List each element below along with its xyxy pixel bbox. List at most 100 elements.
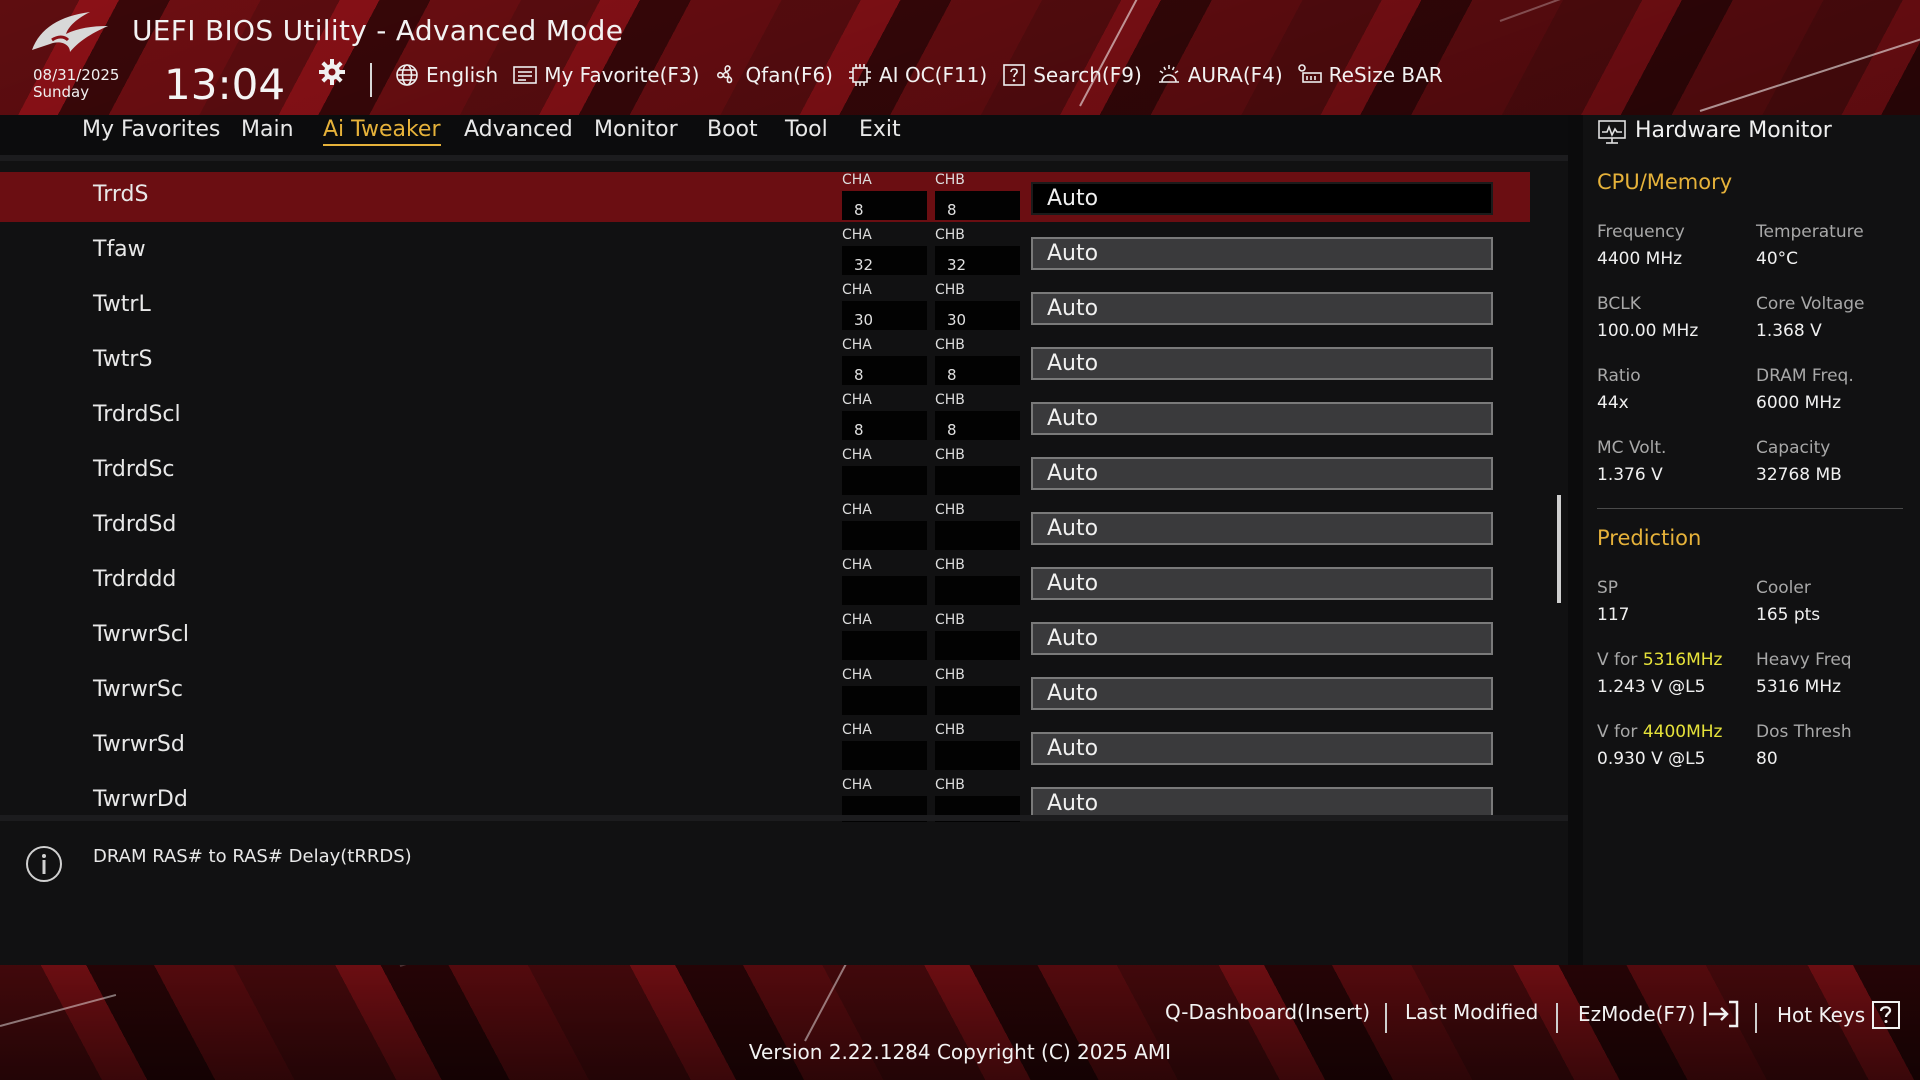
tab-divider	[0, 155, 1568, 161]
favorite-list-icon	[513, 66, 538, 84]
language-button[interactable]: English	[394, 62, 498, 88]
hw-dos-thresh: Dos Thresh 80	[1756, 721, 1911, 770]
tab-advanced[interactable]: Advanced	[464, 117, 573, 144]
resize-bar-button[interactable]: ReSize BAR	[1297, 62, 1443, 88]
tab-ai-tweaker[interactable]: Ai Tweaker	[323, 117, 441, 146]
channel-label: CHB	[935, 447, 965, 463]
setting-value-field[interactable]: Auto	[1031, 182, 1493, 215]
setting-value-field[interactable]: Auto	[1031, 567, 1493, 600]
tab-monitor[interactable]: Monitor	[594, 117, 678, 144]
setting-row[interactable]: Trdrddd CHA CHB Auto	[0, 557, 1530, 607]
hw-value: 5316 MHz	[1756, 677, 1842, 697]
help-text: DRAM RAS# to RAS# Delay(tRRDS)	[93, 846, 412, 867]
hw-value: 44x	[1597, 393, 1629, 413]
channel-value	[935, 466, 1020, 495]
monitor-icon	[1598, 120, 1626, 144]
hot-keys-button[interactable]: Hot Keys	[1777, 1000, 1901, 1030]
channel-label: CHA	[842, 282, 872, 298]
qfan-button[interactable]: Qfan(F6)	[713, 62, 833, 88]
setting-row[interactable]: TwrwrSc CHA CHB Auto	[0, 667, 1530, 717]
hw-heavy-freq: Heavy Freq 5316 MHz	[1756, 649, 1911, 698]
channel-value: 8	[842, 411, 927, 440]
setting-value-field[interactable]: Auto	[1031, 512, 1493, 545]
setting-row[interactable]: TrdrdScl CHA 8 CHB 8 Auto	[0, 392, 1530, 442]
setting-value-field[interactable]: Auto	[1031, 237, 1493, 270]
cpu-memory-heading: CPU/Memory	[1597, 170, 1733, 194]
channel-chb: CHB	[935, 557, 1020, 605]
decorative-streak	[1079, 0, 1185, 107]
settings-panel: My Favorites Main Ai Tweaker Advanced Mo…	[0, 115, 1568, 965]
setting-label: TwrwrSd	[93, 732, 185, 757]
setting-row[interactable]: TwrwrSd CHA CHB Auto	[0, 722, 1530, 772]
search-label: Search(F9)	[1033, 63, 1142, 87]
channel-label: CHA	[842, 667, 872, 683]
qfan-label: Qfan(F6)	[745, 63, 833, 87]
v-for-frequency: 5316MHz	[1642, 650, 1723, 670]
globe-icon	[396, 64, 418, 86]
settings-gear-icon[interactable]	[318, 58, 346, 86]
ai-oc-button[interactable]: AI OC(F11)	[847, 62, 987, 88]
setting-value-field[interactable]: Auto	[1031, 347, 1493, 380]
my-favorite-button[interactable]: My Favorite(F3)	[512, 62, 699, 88]
toolbar-separator	[370, 63, 372, 97]
tab-my-favorites[interactable]: My Favorites	[82, 117, 220, 144]
aura-label: AURA(F4)	[1187, 63, 1283, 87]
channel-value	[935, 741, 1020, 770]
channel-value	[935, 686, 1020, 715]
setting-value-field[interactable]: Auto	[1031, 622, 1493, 655]
info-icon	[26, 846, 62, 882]
decorative-streak	[1499, 0, 1632, 22]
setting-row[interactable]: Tfaw CHA 32 CHB 32 Auto	[0, 227, 1530, 277]
hw-ratio: Ratio 44x	[1597, 365, 1752, 414]
setting-value-field[interactable]: Auto	[1031, 402, 1493, 435]
setting-value-field[interactable]: Auto	[1031, 677, 1493, 710]
last-modified-button[interactable]: Last Modified	[1405, 1000, 1538, 1024]
fan-icon	[717, 65, 733, 84]
aura-button[interactable]: AURA(F4)	[1156, 62, 1283, 88]
top-header: UEFI BIOS Utility - Advanced Mode 08/31/…	[0, 0, 1920, 115]
hw-mc-volt: MC Volt. 1.376 V	[1597, 437, 1752, 486]
channel-value	[842, 631, 927, 660]
channel-label: CHB	[935, 557, 965, 573]
setting-row[interactable]: TrdrdSd CHA CHB Auto	[0, 502, 1530, 552]
channel-label: CHB	[935, 777, 965, 793]
ai-oc-label: AI OC(F11)	[879, 63, 988, 87]
channel-chb: CHB 8	[935, 172, 1020, 220]
channel-label: CHB	[935, 337, 965, 353]
setting-row[interactable]: TwrwrScl CHA CHB Auto	[0, 612, 1530, 662]
channel-value: 8	[935, 411, 1020, 440]
setting-value-field[interactable]: Auto	[1031, 292, 1493, 325]
language-label: English	[426, 63, 499, 87]
setting-row[interactable]: TrdrdSc CHA CHB Auto	[0, 447, 1530, 497]
tab-tool[interactable]: Tool	[785, 117, 828, 144]
tab-main[interactable]: Main	[241, 117, 294, 144]
decorative-streak	[804, 965, 867, 1042]
channel-chb: CHB 30	[935, 282, 1020, 330]
setting-value-field[interactable]: Auto	[1031, 732, 1493, 765]
setting-label: Tfaw	[93, 237, 146, 262]
app-title: UEFI BIOS Utility - Advanced Mode	[132, 14, 624, 47]
channel-chb: CHB 8	[935, 337, 1020, 385]
setting-row[interactable]: TwtrL CHA 30 CHB 30 Auto	[0, 282, 1530, 332]
rog-logo	[32, 12, 108, 52]
tab-exit[interactable]: Exit	[859, 117, 901, 144]
ezmode-button[interactable]: EzMode(F7)	[1578, 1000, 1741, 1028]
prediction-heading: Prediction	[1597, 526, 1702, 550]
hw-value: 0.930 V @L5	[1597, 749, 1706, 769]
q-dashboard-button[interactable]: Q-Dashboard(Insert)	[1165, 1000, 1370, 1024]
settings-list[interactable]: TrrdS CHA 8 CHB 8 Auto Tfaw CHA 32 CHB 32 Auto TwtrL…	[0, 172, 1530, 925]
help-question-icon	[1872, 1001, 1901, 1029]
setting-value-field[interactable]: Auto	[1031, 457, 1493, 490]
setting-row[interactable]: TwtrS CHA 8 CHB 8 Auto	[0, 337, 1530, 387]
setting-label: TwtrS	[93, 347, 153, 372]
channel-label: CHB	[935, 667, 965, 683]
channel-cha: CHA	[842, 722, 927, 770]
channel-value	[842, 686, 927, 715]
channel-label: CHA	[842, 612, 872, 628]
channel-chb: CHB	[935, 502, 1020, 550]
scrollbar-thumb[interactable]	[1557, 495, 1561, 603]
setting-row[interactable]: TrrdS CHA 8 CHB 8 Auto	[0, 172, 1530, 222]
tab-boot[interactable]: Boot	[707, 117, 758, 144]
search-button[interactable]: Search(F9)	[1001, 62, 1142, 88]
channel-label: CHB	[935, 722, 965, 738]
